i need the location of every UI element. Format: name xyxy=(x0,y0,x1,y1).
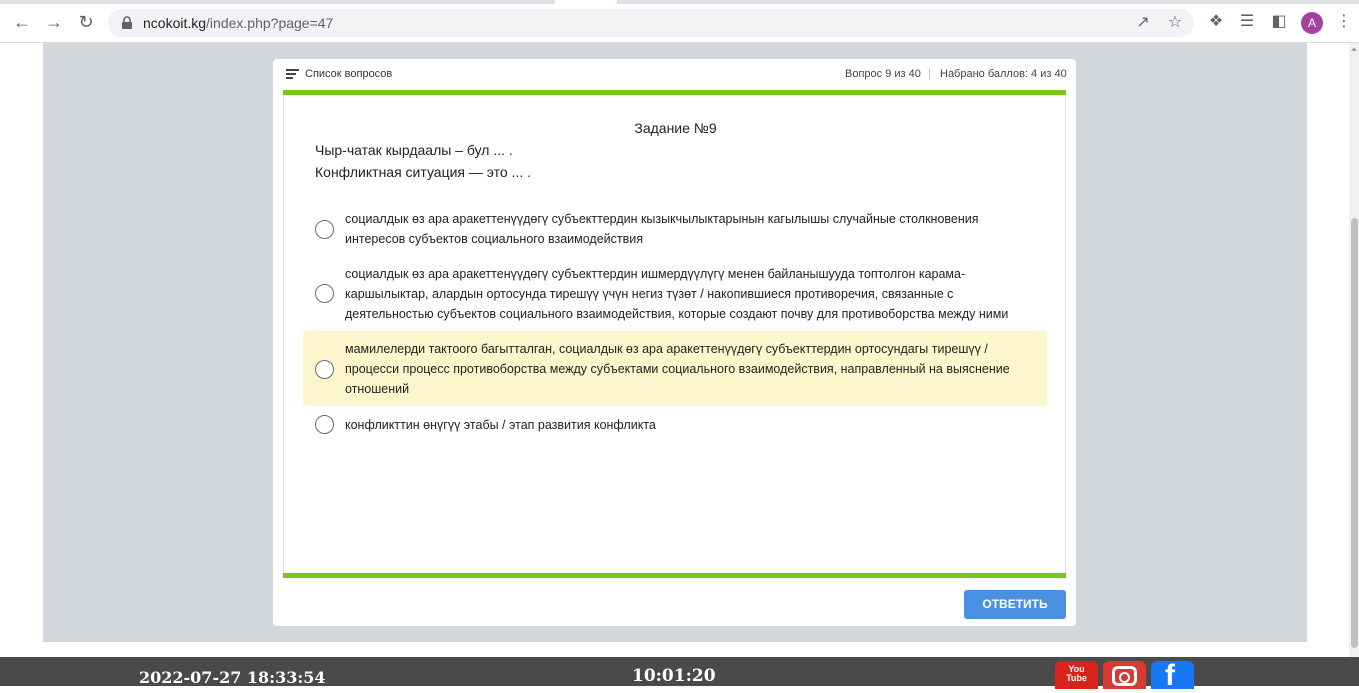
question-list-button[interactable]: Список вопросов xyxy=(286,68,392,80)
current-datetime: 2022-07-27 18:33:54 xyxy=(139,668,326,687)
radio-button[interactable] xyxy=(315,360,334,379)
reload-icon[interactable]: ↻ xyxy=(76,12,96,32)
address-bar[interactable]: ncokoit.kg/index.php?page=47 ↗ ☆ xyxy=(108,9,1194,37)
bookmark-star-icon[interactable]: ☆ xyxy=(1166,14,1184,32)
scroll-up-icon[interactable] xyxy=(1351,47,1357,51)
option-text: мамилелерди тактоого багытталган, социал… xyxy=(345,342,1010,396)
menu-kebab-icon[interactable]: ⋮ xyxy=(1334,12,1354,32)
header-divider xyxy=(929,68,930,80)
quiz-card: Список вопросов Вопрос 9 из 40 Набрано б… xyxy=(273,59,1076,626)
profile-avatar[interactable]: A xyxy=(1301,12,1323,34)
answer-option-2[interactable]: социалдык өз ара аракеттенүүдөгү субъект… xyxy=(303,259,1047,327)
instagram-icon[interactable] xyxy=(1103,661,1146,689)
score-counter: Набрано баллов: 4 из 40 xyxy=(940,68,1067,80)
question-counter: Вопрос 9 из 40 xyxy=(845,68,921,80)
youtube-icon[interactable]: You Tube xyxy=(1055,661,1098,689)
share-icon[interactable]: ↗ xyxy=(1134,14,1152,32)
media-queue-icon[interactable]: ☰ xyxy=(1237,12,1257,32)
option-text: социалдык өз ара аракеттенүүдөгү субъект… xyxy=(345,267,1009,321)
extensions-icon[interactable]: ❖ xyxy=(1206,12,1226,32)
list-icon xyxy=(286,69,299,79)
task-title: Задание №9 xyxy=(634,120,717,136)
option-text: социалдык өз ара аракеттенүүдөгү субъект… xyxy=(345,212,979,246)
radio-button[interactable] xyxy=(315,415,334,434)
question-panel: Задание №9 Чыр-чатак кырдаалы – бул ... … xyxy=(283,95,1066,573)
answer-option-1[interactable]: социалдык өз ара аракеттенүүдөгү субъект… xyxy=(303,205,1047,253)
answer-option-3[interactable]: мамилелерди тактоого багытталган, социал… xyxy=(303,331,1047,406)
bottom-accent-bar xyxy=(283,573,1066,578)
quiz-header: Список вопросов Вопрос 9 из 40 Набрано б… xyxy=(273,59,1076,89)
lock-icon xyxy=(122,16,132,29)
forward-icon[interactable]: → xyxy=(44,12,64,32)
radio-button[interactable] xyxy=(315,220,334,239)
url-text: ncokoit.kg/index.php?page=47 xyxy=(143,15,334,31)
page-footer: 2022-07-27 18:33:54 10:01:20 You Tube f xyxy=(0,657,1359,692)
side-panel-icon[interactable]: ◧ xyxy=(1269,12,1289,32)
answer-button[interactable]: ОТВЕТИТЬ xyxy=(964,590,1066,619)
question-list-label: Список вопросов xyxy=(305,68,393,80)
back-icon[interactable]: ← xyxy=(12,12,32,32)
question-text-ky: Чыр-чатак кырдаалы – бул ... . xyxy=(315,142,513,158)
radio-button[interactable] xyxy=(315,284,334,303)
facebook-icon[interactable]: f xyxy=(1151,659,1194,692)
tab-strip xyxy=(0,0,1359,4)
answer-option-4[interactable]: конфликттин өнүгүү этабы / этап развития… xyxy=(303,413,1047,439)
page-scrollbar[interactable] xyxy=(1349,43,1359,657)
question-text-ru: Конфликтная ситуация — это ... . xyxy=(315,164,531,180)
option-text: конфликттин өнүгүү этабы / этап развития… xyxy=(345,418,656,432)
countdown-timer: 10:01:20 xyxy=(632,666,716,686)
scrollbar-thumb[interactable] xyxy=(1351,218,1358,648)
browser-toolbar: ← → ↻ ncokoit.kg/index.php?page=47 ↗ ☆ ❖… xyxy=(0,0,1359,43)
